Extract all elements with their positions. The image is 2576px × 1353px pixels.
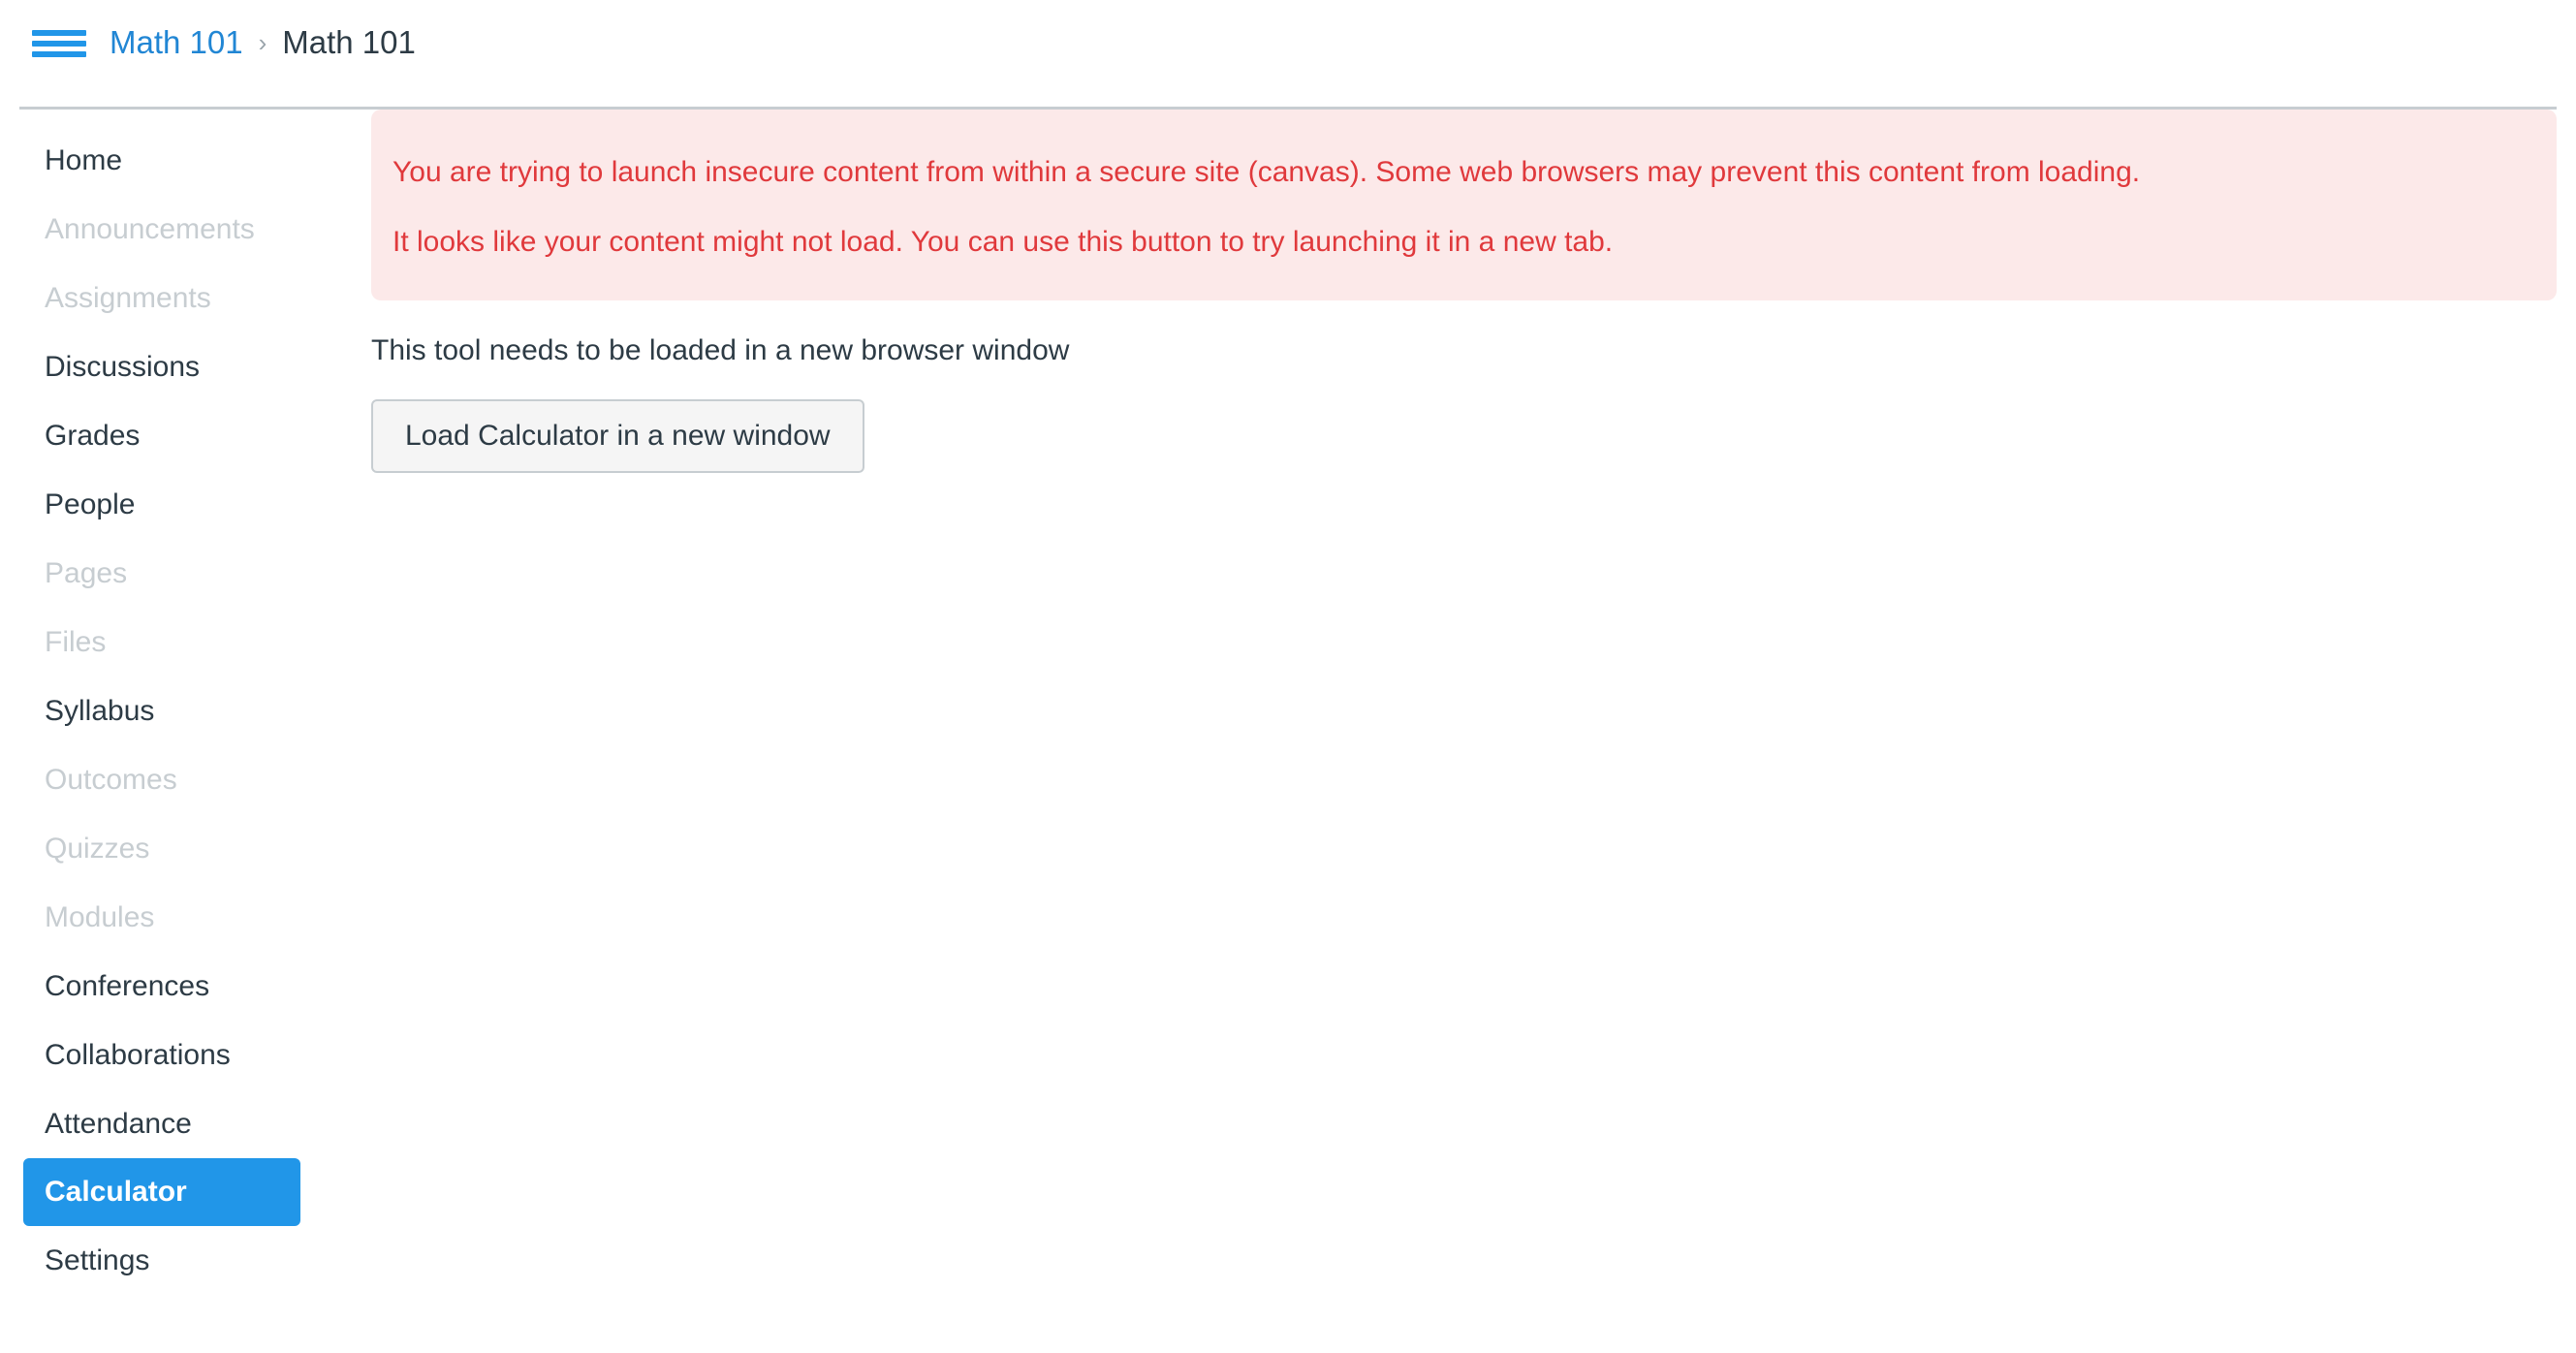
sidebar-item-announcements: Announcements [45, 213, 255, 245]
sidebar-item-calculator[interactable]: Calculator [23, 1158, 300, 1226]
hamburger-menu-icon[interactable] [32, 24, 86, 63]
sidebar-item-assignments: Assignments [45, 282, 211, 314]
hamburger-bar-2 [32, 41, 86, 47]
hamburger-bar-3 [32, 51, 86, 57]
sidebar-item-collaborations[interactable]: Collaborations [0, 1021, 359, 1089]
breadcrumb-course-link[interactable]: Math 101 [110, 21, 243, 64]
breadcrumb-current-page: Math 101 [282, 24, 416, 60]
sidebar-item-files: Files [45, 626, 107, 658]
sidebar-item-outcomes: Outcomes [45, 764, 177, 796]
main-content: You are trying to launch insecure conten… [371, 110, 2557, 473]
insecure-content-alert: You are trying to launch insecure conten… [371, 110, 2557, 300]
load-calculator-new-window-button[interactable]: Load Calculator in a new window [371, 399, 864, 473]
tool-load-message: This tool needs to be loaded in a new br… [371, 334, 1070, 366]
hamburger-bar-1 [32, 30, 86, 36]
sidebar-item-syllabus[interactable]: Syllabus [0, 676, 359, 745]
sidebar-item-modules: Modules [45, 901, 155, 933]
sidebar-item-people[interactable]: People [0, 470, 359, 539]
chevron-right-icon: › [258, 28, 267, 57]
sidebar-item-grades[interactable]: Grades [0, 401, 359, 470]
alert-line-2: It looks like your content might not loa… [393, 226, 1614, 258]
course-navigation-sidebar: Home Announcements Assignments Discussions G… [0, 126, 359, 1295]
breadcrumb: Math 101 › Math 101 [110, 21, 416, 64]
sidebar-item-attendance[interactable]: Attendance [0, 1089, 359, 1158]
alert-line-1: You are trying to launch insecure conten… [393, 156, 2141, 188]
sidebar-item-home[interactable]: Home [0, 126, 359, 195]
sidebar-item-discussions[interactable]: Discussions [0, 332, 359, 401]
sidebar-item-settings[interactable]: Settings [0, 1226, 359, 1295]
sidebar-item-pages: Pages [45, 557, 128, 589]
page-header: Math 101 › Math 101 [0, 0, 2576, 108]
sidebar-item-quizzes: Quizzes [45, 833, 150, 865]
sidebar-item-conferences[interactable]: Conferences [0, 952, 359, 1021]
